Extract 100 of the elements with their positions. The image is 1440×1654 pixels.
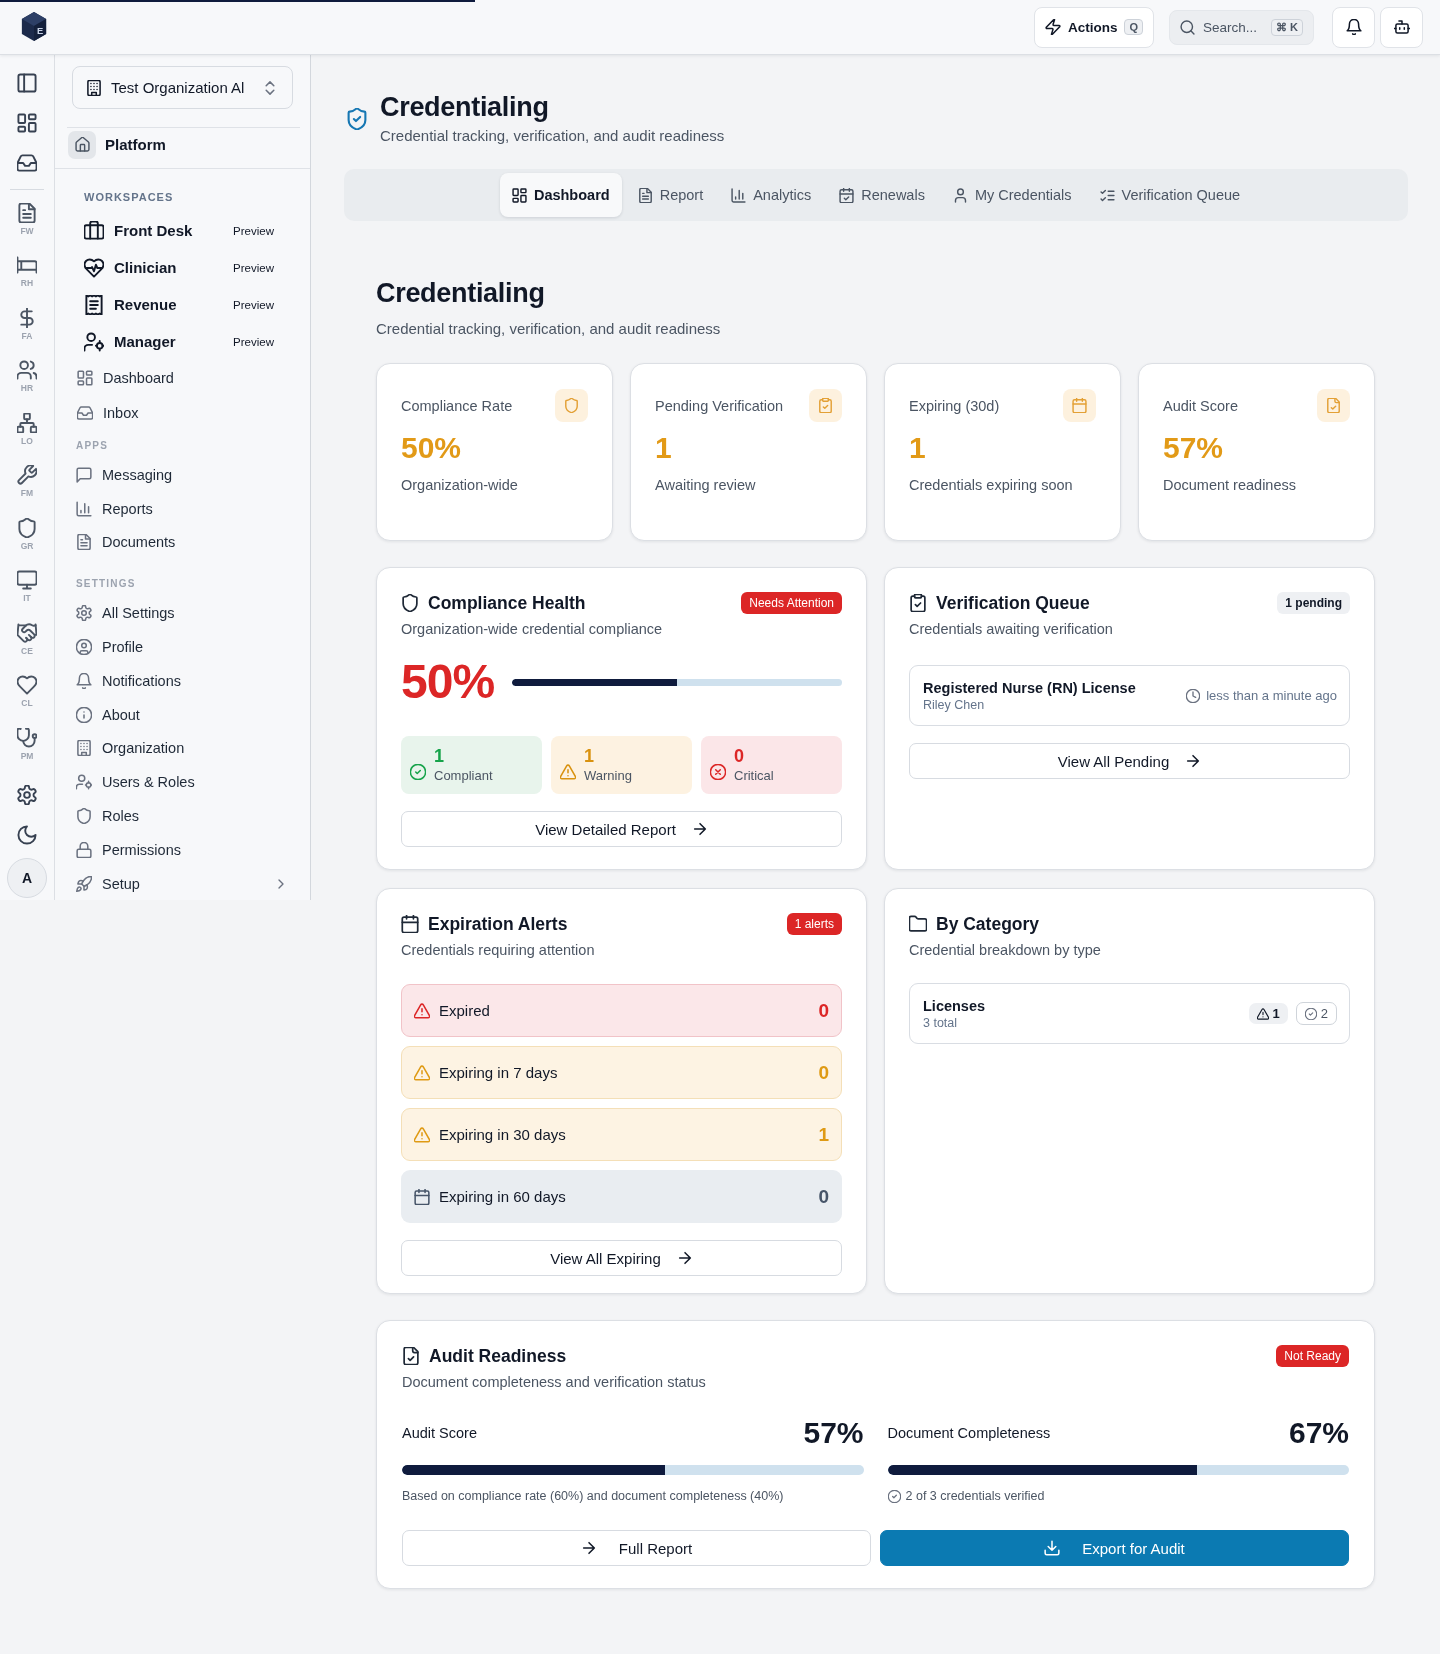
tab[interactable]: Dashboard [499,173,622,217]
bed-icon [17,255,37,276]
alert-count: 0 [818,1185,829,1208]
stat-value: 50% [401,430,463,466]
count-badge: 1 pending [1277,592,1350,614]
actions-button[interactable]: Actions Q [1033,6,1154,48]
view-pending-button[interactable]: View All Pending [909,743,1350,779]
view-expiring-button[interactable]: View All Expiring [401,1240,842,1276]
calendar-icon [1063,389,1096,422]
preview-tag: Preview [233,335,274,348]
card-subtitle: Document completeness and verification status [402,1373,707,1392]
metric-value: 57% [803,1416,864,1450]
stat-caption: Organization-wide [401,476,519,495]
nav-link[interactable]: Setup [55,866,310,901]
preview-tag: Preview [233,261,274,274]
alert-row[interactable]: Expiring in 60 days 0 [401,1170,842,1223]
checklist-icon [1099,187,1115,203]
arrow-right-icon [1185,753,1202,769]
stat-caption: Credentials expiring soon [909,476,1074,495]
nav-link[interactable]: About [55,697,310,732]
workspace-link[interactable]: Front Desk [55,220,234,241]
stat-value: 1 [909,430,927,466]
bar-chart-icon [76,500,92,517]
full-report-button[interactable]: Full Report [402,1530,871,1566]
count-value: 1 [434,746,445,767]
user-gear-icon [84,331,104,352]
settings-icon [17,784,37,805]
nav-link[interactable]: Notifications [55,664,310,698]
organization-select[interactable]: Test Organization Al [72,66,293,109]
nav-link[interactable]: Reports [55,491,310,526]
lock-icon [76,841,92,858]
hierarchy-icon [17,412,37,433]
nav-link[interactable]: Inbox [55,395,310,431]
card-subtitle: Credential breakdown by type [909,941,1102,960]
category-item[interactable]: Licenses 3 total 1 2 [909,983,1350,1044]
view-report-button[interactable]: View Detailed Report [401,811,842,847]
metric-note: 2 of 3 credentials verified [905,1488,1045,1504]
tab[interactable]: Analytics [719,173,824,217]
document-icon [76,534,92,551]
nav-link[interactable]: Roles [55,799,310,833]
warning-icon [560,764,576,780]
clock-icon [1186,688,1201,703]
page-title: Credentialing [380,91,550,123]
nav-link[interactable]: Users & Roles [55,765,310,800]
alert-row[interactable]: Expired 0 [401,984,842,1037]
export-button[interactable]: Export for Audit [880,1530,1349,1566]
tab[interactable]: Report [625,173,716,217]
file-check-icon [402,1347,420,1365]
briefcase-icon [84,220,104,241]
nav-link[interactable]: Documents [55,525,310,560]
shield-icon [401,594,419,612]
queue-item[interactable]: Registered Nurse (RN) License Riley Chen less than a minute ago [909,665,1350,726]
shield-icon [76,808,92,825]
user-avatar[interactable]: A [7,857,47,898]
nav-link[interactable]: Organization [55,731,310,766]
alert-row[interactable]: Expiring in 30 days 1 [401,1108,842,1161]
status-badge: Not Ready [1276,1345,1349,1367]
moon-icon [17,824,37,845]
nav-link[interactable]: Permissions [55,832,310,867]
stethoscope-icon [17,727,37,748]
alert-row[interactable]: Expiring in 7 days 0 [401,1046,842,1099]
bell-icon [1345,19,1362,35]
calendar-icon [414,1188,430,1205]
compliance-percentage: 50% [401,654,495,710]
section-heading: SETTINGS [75,577,137,592]
stat-label: Pending Verification [655,397,784,414]
calendar-check-icon [839,187,855,203]
tab[interactable]: Renewals [827,173,937,217]
alert-count: 1 [818,1123,829,1146]
tab[interactable]: My Credentials [940,173,1084,217]
workspace-link[interactable]: Manager [55,331,234,352]
arrow-right-icon [691,821,708,837]
nav-link[interactable]: All Settings [55,596,310,631]
info-icon [76,706,92,723]
nav-link[interactable]: Dashboard [55,360,310,396]
workspace-link[interactable]: Clinician [55,257,234,278]
assistant-button[interactable] [1380,6,1423,48]
heart-icon [17,675,37,696]
workspace-link[interactable]: Revenue [55,294,234,315]
nav-link[interactable]: Messaging [55,458,310,492]
card-title: Compliance Health [428,592,586,614]
grid-icon [17,113,37,133]
grid-icon [77,369,93,386]
file-check-icon [1317,389,1350,422]
section-subtitle: Credential tracking, verification, and audit readiness [376,319,722,339]
stat-value: 57% [1163,430,1225,466]
arrow-right-icon [580,1540,597,1556]
shield-check-icon [346,107,368,130]
calendar-icon [401,915,419,933]
platform-link[interactable]: Platform [55,128,310,161]
search-button[interactable]: Search... ⌘ K [1169,9,1314,45]
search-icon [1180,19,1195,35]
stat-caption: Document readiness [1163,476,1297,495]
tab[interactable]: Verification Queue [1087,173,1253,217]
nav-link[interactable]: Profile [55,630,310,664]
card-title: Expiration Alerts [428,913,568,935]
monitor-icon [17,570,37,591]
warning-icon [414,1064,430,1081]
notifications-button[interactable] [1332,6,1375,48]
count-label: Compliant [434,767,493,784]
